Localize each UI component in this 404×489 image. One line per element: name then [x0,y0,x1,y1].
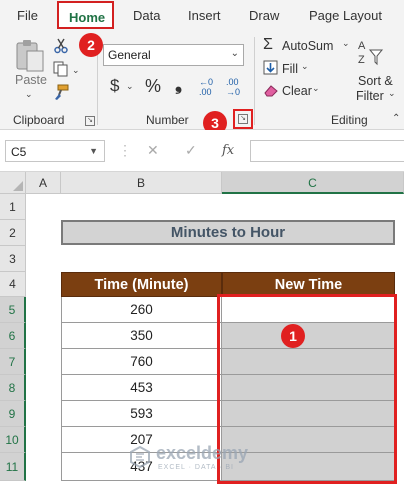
menu-file[interactable]: File [17,8,38,23]
row-header[interactable]: 5 [0,297,26,323]
formula-input[interactable] [250,140,404,162]
copy-icon[interactable] [53,61,69,77]
row-header[interactable]: 2 [0,220,26,246]
menu-insert[interactable]: Insert [188,8,221,23]
copy-dropdown-icon[interactable]: ⌄ [72,65,80,76]
watermark-name: exceldemy [156,443,249,463]
exceldemy-logo-icon [130,445,150,469]
svg-text:Z: Z [358,54,365,66]
format-painter-icon[interactable] [53,84,69,100]
row-header[interactable]: 4 [0,272,26,297]
clear-dropdown-icon[interactable]: ⌄ [312,83,320,94]
drag-handle-icon[interactable]: ⋮ [118,142,132,159]
formula-bar: C5 ▼ ⋮ ✕ ✓ fx [0,130,404,172]
editing-group-label: Editing [331,113,368,127]
column-header-b[interactable]: B [61,172,222,194]
enter-icon[interactable]: ✓ [185,142,197,159]
sort-filter-label-line2[interactable]: Filter [356,89,384,103]
svg-text:A: A [358,40,366,52]
cancel-icon[interactable]: ✕ [147,142,159,159]
menu-draw[interactable]: Draw [249,8,279,23]
table-cell-minutes[interactable]: 593 [61,401,222,427]
paste-dropdown-icon[interactable]: ⌄ [25,89,33,100]
fill-dropdown-icon[interactable]: ⌄ [301,61,309,72]
fill-label[interactable]: Fill [282,62,298,76]
number-format-launcher-icon[interactable]: ↘ [238,114,248,124]
menu-page-layout[interactable]: Page Layout [309,8,382,23]
name-box[interactable]: C5 ▼ [5,140,105,162]
clear-label[interactable]: Clear [282,84,312,98]
sort-filter-label-line1[interactable]: Sort & [358,74,393,88]
row-header[interactable]: 1 [0,194,26,220]
row-header[interactable]: 11 [0,453,26,481]
eraser-icon[interactable] [263,83,279,97]
insert-function-icon[interactable]: fx [222,143,234,158]
select-all-corner[interactable] [0,172,26,194]
chevron-down-icon: ▼ [89,146,98,156]
menu-home-tab[interactable]: Home [57,1,114,29]
percent-button[interactable]: % [145,76,161,97]
number-group-label: Number [146,113,189,127]
table-cell-minutes[interactable]: 453 [61,375,222,401]
autosum-dropdown-icon[interactable]: ⌄ [342,38,350,49]
row-header[interactable]: 9 [0,401,26,427]
autosum-label[interactable]: AutoSum [282,39,333,53]
sort-filter-icon[interactable]: A Z [356,38,384,68]
autosum-icon[interactable]: Σ [263,36,273,54]
menu-home-label: Home [69,10,106,25]
currency-dropdown-icon[interactable]: ⌄ [126,81,134,92]
comma-style-button[interactable]: ❟ [175,74,182,95]
decrease-decimal-button[interactable]: .00 →0 [226,77,244,97]
menu-bar: File Home Data Insert Draw Page Layout [0,0,404,33]
column-header-c[interactable]: C [222,172,404,194]
ribbon: Paste ⌄ ⌄ Clipboard ↘ General ⌄ $ ⌄ % ❟ … [0,33,404,130]
formula-buttons: ✕ ✓ fx [137,140,245,162]
row-header[interactable]: 6 [0,323,26,349]
number-format-dropdown[interactable]: General ⌄ [103,44,244,66]
increase-decimal-button[interactable]: ←0 .00 [199,77,217,97]
fill-icon[interactable] [263,60,278,75]
currency-button[interactable]: $ [110,76,119,96]
ribbon-separator [254,37,255,125]
paste-icon[interactable] [14,39,46,75]
row-header[interactable]: 7 [0,349,26,375]
sheet-title-cell[interactable]: Minutes to Hour [61,220,395,245]
step-badge-1: 1 [281,324,305,348]
table-cell-minutes[interactable]: 260 [61,297,222,323]
name-box-value: C5 [11,145,27,159]
sort-filter-dropdown-icon[interactable]: ⌄ [388,88,396,99]
collapse-ribbon-icon[interactable]: ⌃ [392,113,400,124]
table-header-minutes[interactable]: Time (Minute) [61,272,222,297]
step-badge-2: 2 [79,33,103,57]
paste-label: Paste [15,73,47,87]
number-format-value: General [108,48,151,62]
row-header[interactable]: 8 [0,375,26,401]
table-cell-minutes[interactable]: 350 [61,323,222,349]
cut-icon[interactable] [54,38,68,54]
column-header-a[interactable]: A [26,172,61,194]
clipboard-group-label: Clipboard [13,113,65,127]
row-header[interactable]: 10 [0,427,26,453]
menu-data[interactable]: Data [133,8,160,23]
row-header[interactable]: 3 [0,246,26,272]
clipboard-launcher-icon[interactable]: ↘ [85,116,95,126]
table-cell-minutes[interactable]: 760 [61,349,222,375]
watermark-tagline: EXCEL · DATA · BI [158,464,234,471]
select-all-icon [13,181,23,191]
chevron-down-icon: ⌄ [230,48,239,59]
